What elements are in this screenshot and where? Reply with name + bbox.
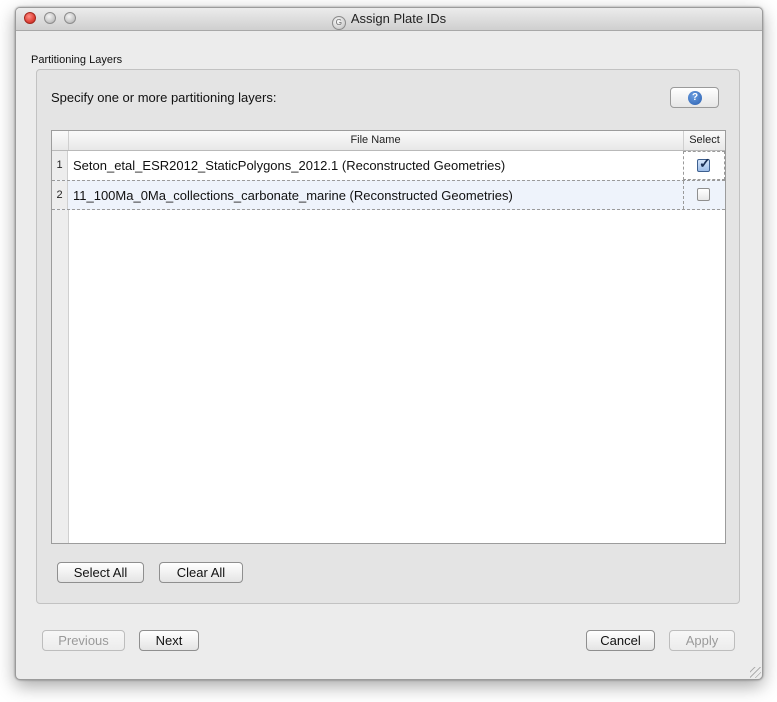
select-all-button[interactable]: Select All xyxy=(57,562,144,583)
table-row[interactable]: 1 Seton_etal_ESR2012_StaticPolygons_2012… xyxy=(52,151,725,180)
column-header-file-name[interactable]: File Name xyxy=(68,131,684,150)
window-title-wrap: G Assign Plate IDs xyxy=(16,11,762,30)
cancel-button[interactable]: Cancel xyxy=(586,630,655,651)
clear-all-button[interactable]: Clear All xyxy=(159,562,243,583)
resize-grip-icon[interactable] xyxy=(750,667,761,678)
help-icon: ? xyxy=(688,91,702,105)
apply-button[interactable]: Apply xyxy=(669,630,735,651)
select-cell[interactable] xyxy=(683,181,725,209)
table-row[interactable]: 2 11_100Ma_0Ma_collections_carbonate_mar… xyxy=(52,180,725,210)
layer-select-checkbox[interactable]: ✓ xyxy=(697,155,711,172)
window-title: Assign Plate IDs xyxy=(350,11,447,26)
table-corner xyxy=(52,131,69,150)
table-header: File Name Select xyxy=(52,131,725,151)
next-button[interactable]: Next xyxy=(139,630,199,651)
select-cell[interactable]: ✓ xyxy=(683,151,725,180)
checkmark-icon: ✓ xyxy=(699,155,711,171)
groupbox-title: Partitioning Layers xyxy=(31,54,123,66)
layer-select-checkbox[interactable] xyxy=(697,188,710,201)
file-name-cell[interactable]: Seton_etal_ESR2012_StaticPolygons_2012.1… xyxy=(73,151,505,180)
layers-table[interactable]: File Name Select 1 Seton_etal_ESR2012_St… xyxy=(51,130,726,544)
gplates-icon: G xyxy=(331,16,346,30)
help-button[interactable]: ? xyxy=(670,87,719,108)
row-number: 2 xyxy=(52,181,68,209)
instruction-text: Specify one or more partitioning layers: xyxy=(51,90,277,105)
previous-button[interactable]: Previous xyxy=(42,630,125,651)
column-header-select[interactable]: Select xyxy=(684,131,725,150)
row-number: 1 xyxy=(52,151,68,180)
file-name-cell[interactable]: 11_100Ma_0Ma_collections_carbonate_marin… xyxy=(73,181,513,209)
title-bar[interactable]: G Assign Plate IDs xyxy=(16,8,762,31)
